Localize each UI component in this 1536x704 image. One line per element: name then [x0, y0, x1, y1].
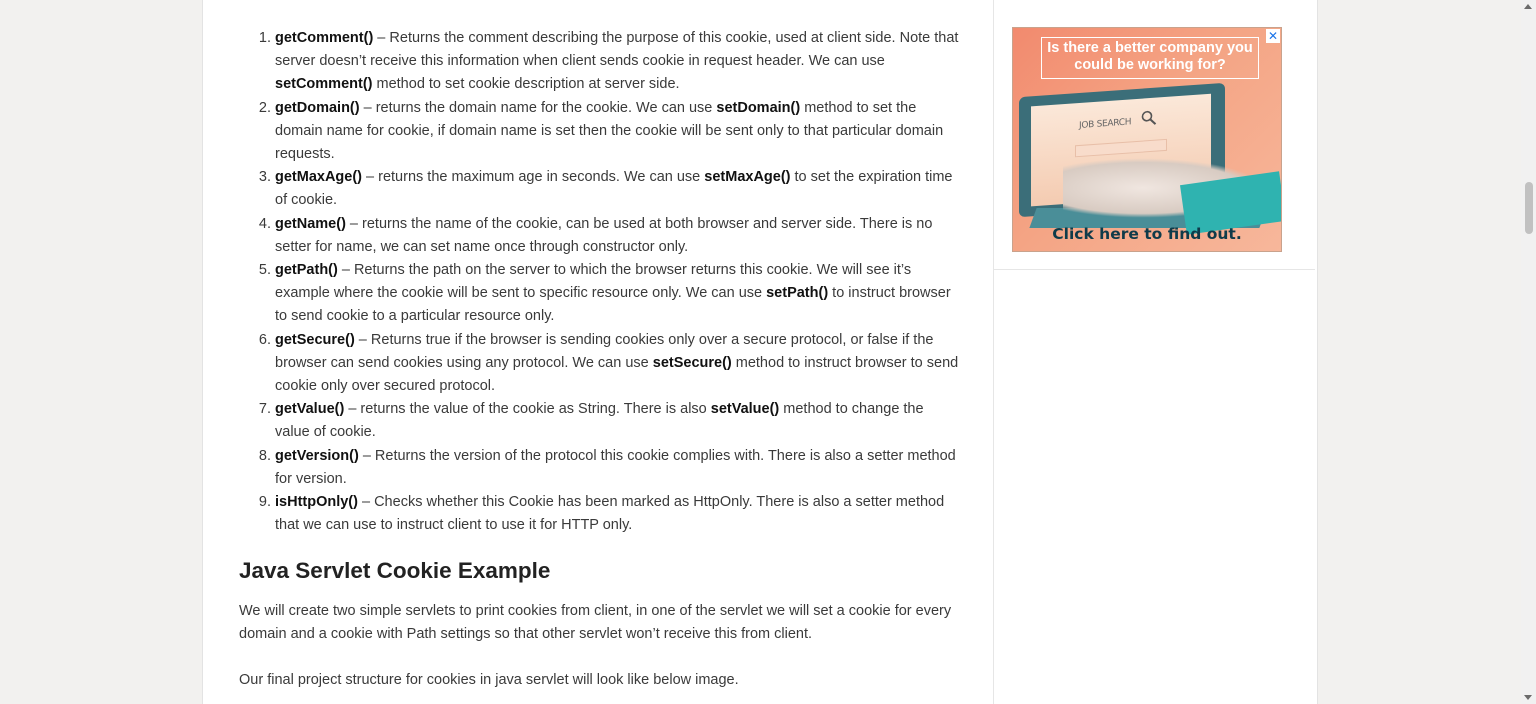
method-description: – Checks whether this Cookie has been ma… [275, 494, 945, 534]
method-name: getName() [275, 215, 346, 232]
sidebar-divider [993, 0, 994, 704]
method-description: – returns the maximum age in seconds. We… [362, 169, 705, 186]
method-reference: setPath() [766, 285, 829, 302]
advertisement-banner[interactable]: Is there a better company you could be w… [1012, 27, 1282, 252]
section-heading: Java Servlet Cookie Example [239, 558, 551, 583]
method-description: – Returns the version of the protocol th… [275, 447, 956, 487]
ad-close-icon[interactable]: ✕ [1266, 29, 1280, 43]
list-number: 4. [258, 215, 271, 232]
method-list-item: 4. getName() – returns the name of the co… [239, 213, 959, 259]
method-reference: setDomain() [716, 99, 801, 116]
method-list-item: 6. getSecure() – Returns true if the brow… [239, 329, 959, 399]
method-name: getMaxAge() [275, 169, 363, 186]
ad-headline: Is there a better company you could be w… [1041, 37, 1259, 79]
scroll-up-arrow-icon[interactable] [1524, 4, 1532, 9]
method-name: getVersion() [275, 447, 359, 464]
list-number: 5. [258, 262, 271, 279]
ad-search-label: JOB SEARCH [1079, 117, 1132, 132]
method-name: isHttpOnly() [275, 494, 358, 511]
method-list-item: 8. getVersion() – Returns the version of … [239, 445, 959, 491]
method-reference: setSecure() [652, 354, 732, 371]
method-list-item: 2. getDomain() – returns the domain name … [239, 97, 959, 167]
method-name: getDomain() [275, 99, 360, 116]
method-list-item: 1. getComment() – Returns the comment des… [239, 27, 959, 97]
method-name: getPath() [275, 262, 338, 279]
method-list-item: 3. getMaxAge() – returns the maximum age … [239, 166, 959, 212]
method-reference: setValue() [710, 401, 780, 418]
magnifier-icon [1141, 110, 1157, 125]
method-name: getValue() [275, 401, 345, 418]
list-number: 1. [258, 30, 271, 46]
paragraph-structure: Our final project structure for cookies … [239, 672, 739, 688]
list-number: 2. [258, 99, 271, 116]
method-name: getSecure() [275, 331, 355, 348]
sidebar-separator [993, 269, 1315, 270]
method-description: – returns the value of the cookie as Str… [344, 401, 711, 418]
method-name: getComment() [275, 30, 374, 46]
method-description: – Returns the comment describing the pur… [275, 30, 959, 70]
method-reference: setComment() [275, 76, 373, 93]
scroll-down-arrow-icon[interactable] [1524, 695, 1532, 700]
paragraph-intro: We will create two simple servlets to pr… [239, 603, 952, 643]
method-list-item: 7. getValue() – returns the value of the … [239, 398, 959, 444]
cookie-methods-list: 1. getComment() – Returns the comment des… [239, 27, 959, 537]
method-description: – returns the name of the cookie, can be… [275, 215, 933, 255]
list-number: 9. [258, 494, 271, 511]
method-description: – returns the domain name for the cookie… [359, 99, 717, 116]
scrollbar-thumb[interactable] [1525, 182, 1533, 234]
ad-search-bar [1075, 138, 1167, 158]
method-reference: setMaxAge() [704, 169, 791, 186]
ad-cta-text: Click here to find out. [1052, 225, 1242, 243]
method-description-tail: method to set cookie description at serv… [372, 76, 680, 93]
list-number: 6. [258, 331, 271, 348]
method-list-item: 5. getPath() – Returns the path on the se… [239, 259, 959, 329]
list-number: 7. [258, 401, 271, 418]
method-list-item: 9. isHttpOnly() – Checks whether this Coo… [239, 491, 959, 537]
list-number: 8. [258, 447, 271, 464]
page-scrollbar[interactable] [1521, 0, 1536, 704]
list-number: 3. [258, 169, 271, 186]
